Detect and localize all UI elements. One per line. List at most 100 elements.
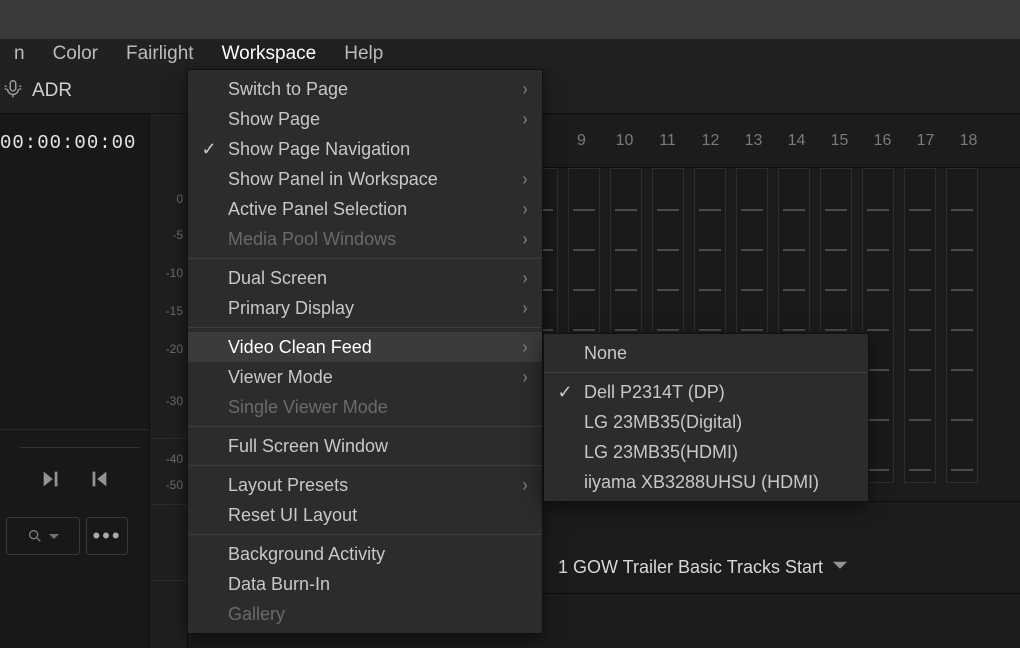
channel-meter[interactable]	[946, 168, 978, 483]
menu-item-label: Dell P2314T (DP)	[584, 382, 852, 403]
menu-item-label: Primary Display	[228, 298, 526, 319]
menu-item-label: Gallery	[228, 604, 526, 625]
workspace-menu-item[interactable]: Show Page›	[188, 104, 542, 134]
channel-meter[interactable]	[904, 168, 936, 483]
menu-item-label: Media Pool Windows	[228, 229, 526, 250]
scrub-bar[interactable]	[20, 430, 139, 448]
menu-separator	[544, 372, 868, 373]
workspace-menu: Switch to Page›Show Page›✓Show Page Navi…	[187, 69, 543, 634]
workspace-menu-item[interactable]: Layout Presets›	[188, 470, 542, 500]
workspace-menu-item[interactable]: Full Screen Window	[188, 431, 542, 461]
submenu-arrow-icon: ›	[523, 109, 528, 130]
window-titlebar-cropped	[0, 0, 1020, 39]
menu-item-label: Show Page	[228, 109, 526, 130]
workspace-menu-item: Gallery	[188, 599, 542, 629]
menu-item-label: Active Panel Selection	[228, 199, 526, 220]
ruler-number: 17	[904, 132, 947, 150]
adr-label[interactable]: ADR	[32, 80, 72, 102]
workspace-menu-item[interactable]: Show Panel in Workspace›	[188, 164, 542, 194]
workspace-menu-item[interactable]: Switch to Page›	[188, 74, 542, 104]
menu-separator	[188, 327, 542, 328]
scale-tick: -50	[166, 478, 183, 492]
workspace-menu-item[interactable]: Viewer Mode›	[188, 362, 542, 392]
ruler-number: 15	[818, 132, 861, 150]
transport-controls	[0, 448, 149, 513]
skip-forward-icon[interactable]	[40, 468, 62, 495]
options-menu-button[interactable]: •••	[86, 517, 128, 555]
ruler-number: 10	[603, 132, 646, 150]
menu-separator	[188, 426, 542, 427]
menu-separator	[188, 534, 542, 535]
workspace-menu-item[interactable]: Data Burn-In	[188, 569, 542, 599]
skip-back-icon[interactable]	[88, 468, 110, 495]
check-icon: ✓	[556, 382, 574, 403]
menu-item-label: Full Screen Window	[228, 436, 526, 457]
clean-feed-submenu-item[interactable]: ✓ Dell P2314T (DP)	[544, 377, 868, 407]
menu-item-label: Reset UI Layout	[228, 505, 526, 526]
menu-item-label: Video Clean Feed	[228, 337, 526, 358]
scale-tick: -20	[166, 342, 183, 356]
clean-feed-submenu-item[interactable]: iiyama XB3288UHSU (HDMI)	[544, 467, 868, 497]
submenu-arrow-icon: ›	[523, 475, 528, 496]
clean-feed-submenu-item[interactable]: None	[544, 338, 868, 368]
menu-item-label: iiyama XB3288UHSU (HDMI)	[584, 472, 852, 493]
workspace-menu-item[interactable]: Video Clean Feed›	[188, 332, 542, 362]
ruler-number: 11	[646, 132, 689, 150]
ruler-number: 9	[560, 132, 603, 150]
submenu-arrow-icon: ›	[523, 79, 528, 100]
submenu-arrow-icon: ›	[523, 367, 528, 388]
menu-item-label: Viewer Mode	[228, 367, 526, 388]
menubar-item-fairlight[interactable]: Fairlight	[112, 39, 208, 69]
ruler-number: 14	[775, 132, 818, 150]
chevron-down-icon	[49, 526, 59, 547]
menu-separator	[188, 465, 542, 466]
chevron-down-icon	[823, 557, 847, 578]
submenu-arrow-icon: ›	[523, 199, 528, 220]
meter-scale: 0 -5 -10 -15 -20 -30 -40 -50	[150, 114, 188, 648]
menu-item-label: LG 23MB35(HDMI)	[584, 442, 852, 463]
menubar-item-cropped[interactable]: n	[0, 39, 39, 69]
menubar-item-workspace[interactable]: Workspace	[208, 39, 331, 69]
workspace-menu-item: Single Viewer Mode	[188, 392, 542, 422]
workspace-menu-item[interactable]: Dual Screen›	[188, 263, 542, 293]
check-icon: ✓	[200, 139, 218, 160]
ruler-number: 12	[689, 132, 732, 150]
menu-item-label: Show Page Navigation	[228, 139, 526, 160]
menu-item-label: Dual Screen	[228, 268, 526, 289]
workspace-menu-item[interactable]: Reset UI Layout	[188, 500, 542, 530]
submenu-arrow-icon: ›	[523, 337, 528, 358]
submenu-arrow-icon: ›	[523, 268, 528, 289]
search-box[interactable]	[6, 517, 80, 555]
submenu-arrow-icon: ›	[523, 229, 528, 250]
clean-feed-submenu-item[interactable]: LG 23MB35(HDMI)	[544, 437, 868, 467]
scale-tick: 0	[176, 192, 183, 206]
workspace-menu-item: Media Pool Windows›	[188, 224, 542, 254]
left-panel: 00:00:00:00 •••	[0, 114, 150, 648]
session-label: 1 GOW Trailer Basic Tracks Start	[558, 557, 823, 578]
video-clean-feed-submenu: None ✓ Dell P2314T (DP) LG 23MB35(Digital) L…	[543, 333, 869, 502]
ruler-number: 16	[861, 132, 904, 150]
scale-tick: -30	[166, 394, 183, 408]
menu-item-label: Background Activity	[228, 544, 526, 565]
menu-separator	[188, 258, 542, 259]
scale-tick: -10	[166, 266, 183, 280]
menu-item-label: Switch to Page	[228, 79, 526, 100]
submenu-arrow-icon: ›	[523, 169, 528, 190]
ruler-number: 13	[732, 132, 775, 150]
menubar: n Color Fairlight Workspace Help	[0, 39, 1020, 69]
menu-item-label: None	[584, 343, 852, 364]
menubar-item-color[interactable]: Color	[39, 39, 112, 69]
timecode-display[interactable]: 00:00:00:00	[0, 114, 149, 166]
menu-item-label: Single Viewer Mode	[228, 397, 526, 418]
menubar-item-help[interactable]: Help	[330, 39, 397, 69]
workspace-menu-item[interactable]: Active Panel Selection›	[188, 194, 542, 224]
workspace-menu-item[interactable]: Background Activity	[188, 539, 542, 569]
microphone-icon	[2, 78, 24, 105]
submenu-arrow-icon: ›	[523, 298, 528, 319]
clean-feed-submenu-item[interactable]: LG 23MB35(Digital)	[544, 407, 868, 437]
workspace-menu-item[interactable]: ✓ Show Page Navigation	[188, 134, 542, 164]
scale-tick: -5	[172, 228, 183, 242]
workspace-menu-item[interactable]: Primary Display›	[188, 293, 542, 323]
menu-item-label: Show Panel in Workspace	[228, 169, 526, 190]
scale-tick: -40	[166, 452, 183, 466]
